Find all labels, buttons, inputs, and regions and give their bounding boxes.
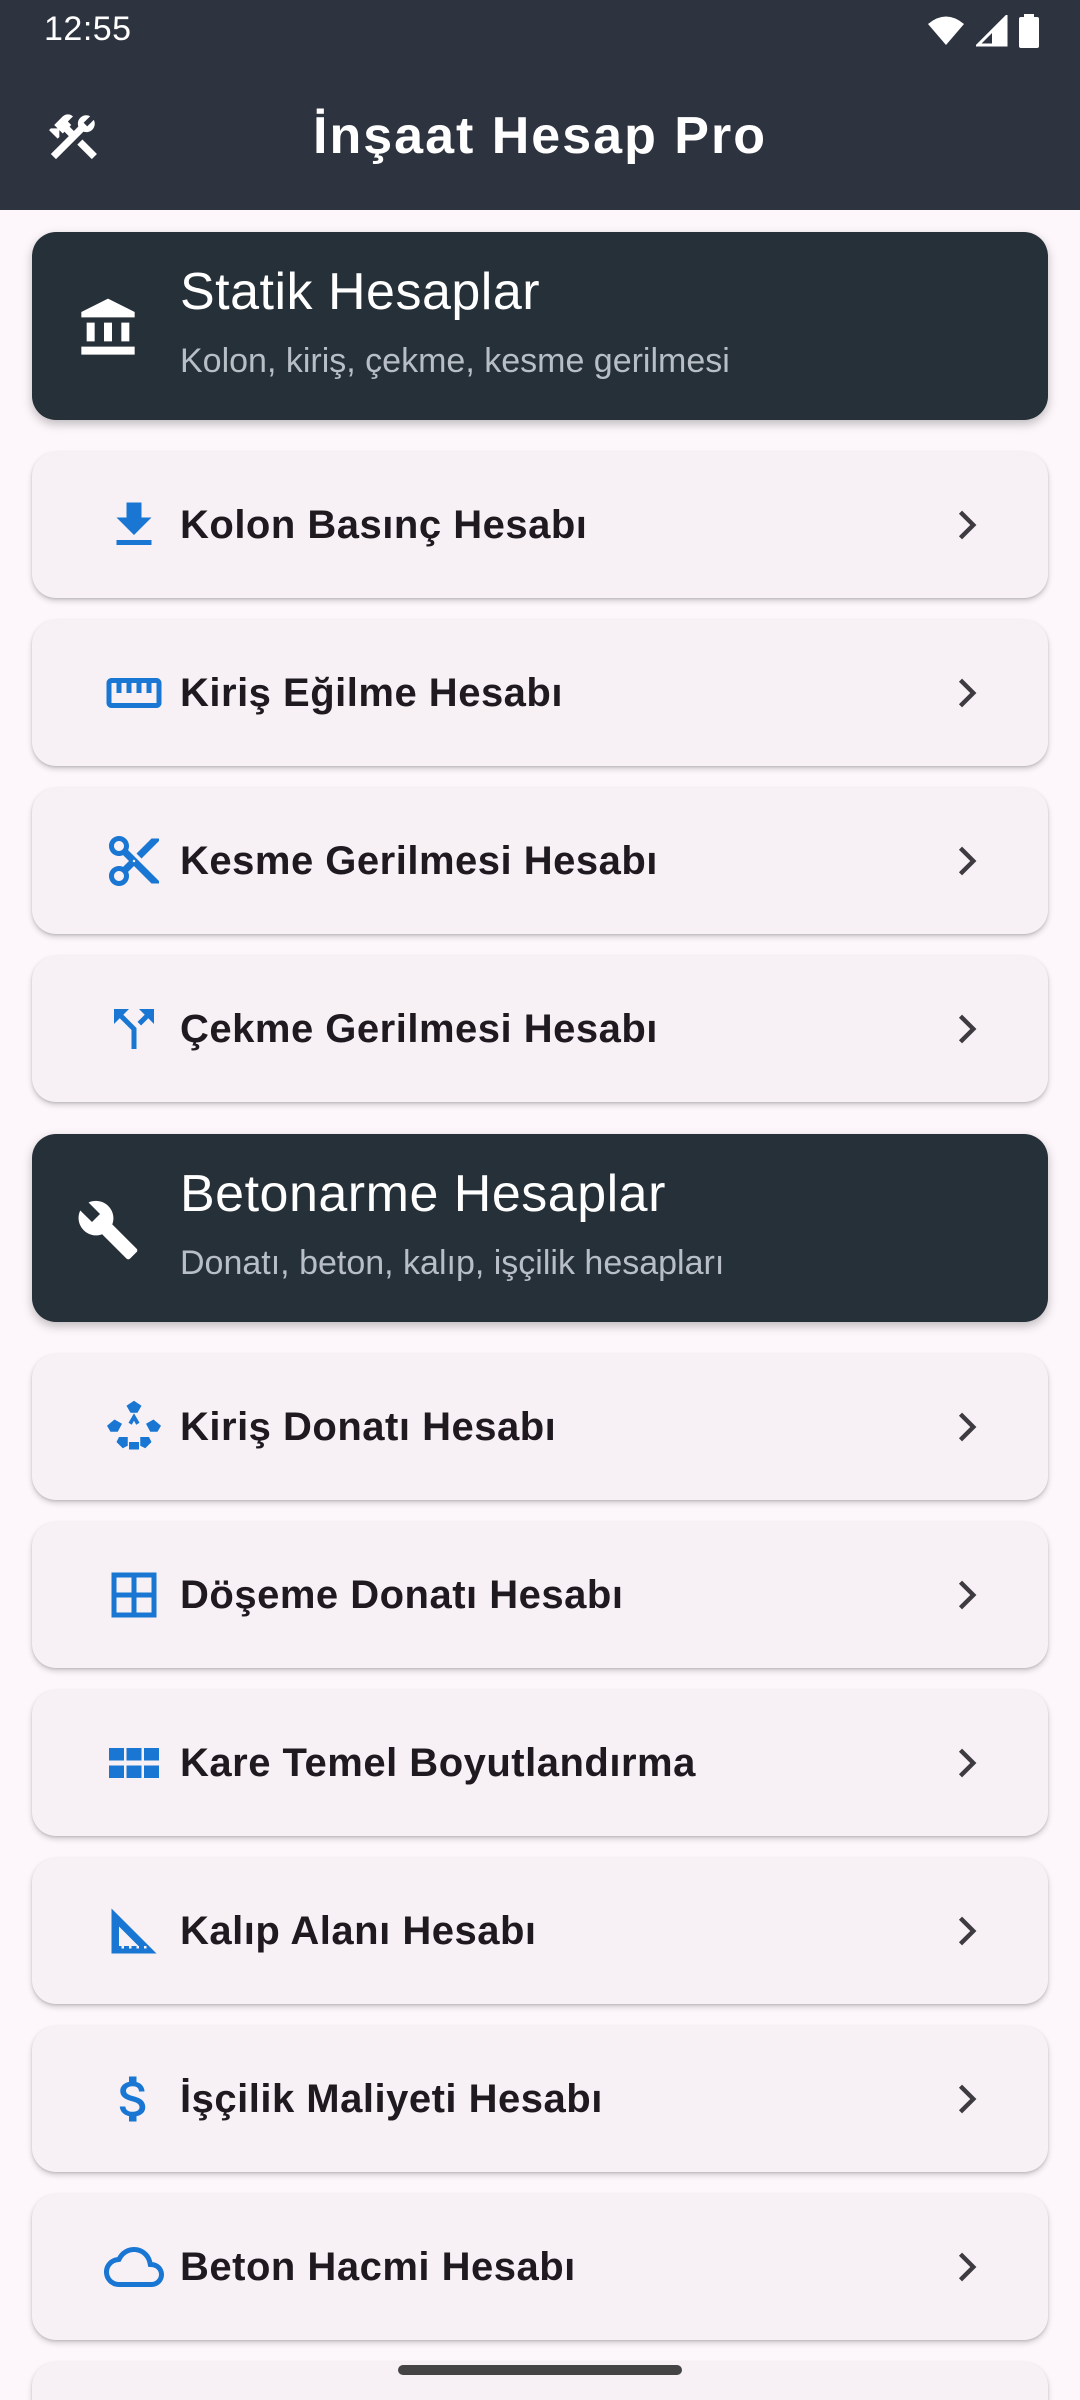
chevron-right-icon bbox=[958, 2084, 977, 2114]
chevron-right-icon bbox=[958, 846, 977, 876]
set-square-icon bbox=[111, 1908, 157, 1954]
list-item-iscilik-maliyeti[interactable]: İşçilik Maliyeti Hesabı bbox=[32, 2026, 1048, 2172]
list-item-kiris-egilme[interactable]: Kiriş Eğilme Hesabı bbox=[32, 620, 1048, 766]
download-icon bbox=[116, 502, 152, 545]
chevron-right-icon bbox=[958, 1748, 977, 1778]
chevron-right-icon bbox=[958, 1916, 977, 1946]
list-item-label: İşçilik Maliyeti Hesabı bbox=[180, 2077, 603, 2121]
cloud-icon bbox=[104, 2247, 164, 2287]
ruler-icon bbox=[106, 678, 162, 708]
list-item-label: Çekme Gerilmesi Hesabı bbox=[180, 1007, 658, 1051]
call-split-icon bbox=[114, 1009, 154, 1049]
list-item-label: Döşeme Donatı Hesabı bbox=[180, 1573, 624, 1617]
dollar-icon bbox=[119, 2076, 146, 2122]
app-title: İnşaat Hesap Pro bbox=[313, 107, 767, 165]
section-subtitle: Donatı, beton, kalıp, işçilik hesapları bbox=[180, 1244, 725, 1282]
top-app-bar: 12:55 İnşaat Hesap Pro bbox=[0, 0, 1080, 210]
chevron-right-icon bbox=[958, 1580, 977, 1610]
list-item-label: Kiriş Donatı Hesabı bbox=[180, 1405, 557, 1449]
bank-icon bbox=[81, 298, 135, 355]
section-title: Statik Hesaplar bbox=[180, 263, 541, 321]
wifi-icon bbox=[928, 16, 964, 45]
list-item-kesme-gerilmesi[interactable]: Kesme Gerilmesi Hesabı bbox=[32, 788, 1048, 934]
list-item-label: Beton Hacmi Hesabı bbox=[180, 2245, 576, 2289]
list-item-kare-temel[interactable]: Kare Temel Boyutlandırma bbox=[32, 1690, 1048, 1836]
list-item-cekme-gerilmesi[interactable]: Çekme Gerilmesi Hesabı bbox=[32, 956, 1048, 1102]
recycle-icon bbox=[107, 1400, 161, 1450]
status-bar: 12:55 bbox=[0, 0, 1080, 62]
status-icons bbox=[926, 14, 1040, 48]
chevron-right-icon bbox=[958, 678, 977, 708]
battery-icon bbox=[1019, 14, 1039, 48]
home-indicator[interactable] bbox=[398, 2365, 682, 2375]
signal-icon bbox=[976, 15, 1008, 47]
list-item-doseme-donati[interactable]: Döşeme Donatı Hesabı bbox=[32, 1522, 1048, 1668]
view-module-icon bbox=[109, 1748, 159, 1778]
list-item-label: Kolon Basınç Hesabı bbox=[180, 503, 588, 547]
chevron-right-icon bbox=[958, 1412, 977, 1442]
section-title: Betonarme Hesaplar bbox=[180, 1165, 666, 1223]
chevron-right-icon bbox=[958, 1014, 977, 1044]
app-bar: İnşaat Hesap Pro bbox=[0, 62, 1080, 210]
scissors-icon bbox=[109, 836, 159, 886]
section-header-statik: Statik Hesaplar Kolon, kiriş, çekme, kes… bbox=[32, 232, 1048, 420]
list-item-label: Kalıp Alanı Hesabı bbox=[180, 1909, 537, 1953]
chevron-right-icon bbox=[958, 510, 977, 540]
list-item-label: Kare Temel Boyutlandırma bbox=[180, 1741, 696, 1785]
list-item-kolon-basinc[interactable]: Kolon Basınç Hesabı bbox=[32, 452, 1048, 598]
list-item-label: Kiriş Eğilme Hesabı bbox=[180, 671, 563, 715]
chevron-right-icon bbox=[958, 2252, 977, 2282]
list-item-kalip-alani[interactable]: Kalıp Alanı Hesabı bbox=[32, 1858, 1048, 2004]
list-item-kiris-donati[interactable]: Kiriş Donatı Hesabı bbox=[32, 1354, 1048, 1500]
list-item-beton-hacmi[interactable]: Beton Hacmi Hesabı bbox=[32, 2194, 1048, 2340]
list-item-label: Kesme Gerilmesi Hesabı bbox=[180, 839, 658, 883]
section-subtitle: Kolon, kiriş, çekme, kesme gerilmesi bbox=[180, 342, 730, 380]
border-grid-icon bbox=[111, 1572, 157, 1618]
wrench-icon bbox=[78, 1200, 138, 1260]
status-time: 12:55 bbox=[44, 10, 132, 48]
section-header-betonarme: Betonarme Hesaplar Donatı, beton, kalıp,… bbox=[32, 1134, 1048, 1322]
